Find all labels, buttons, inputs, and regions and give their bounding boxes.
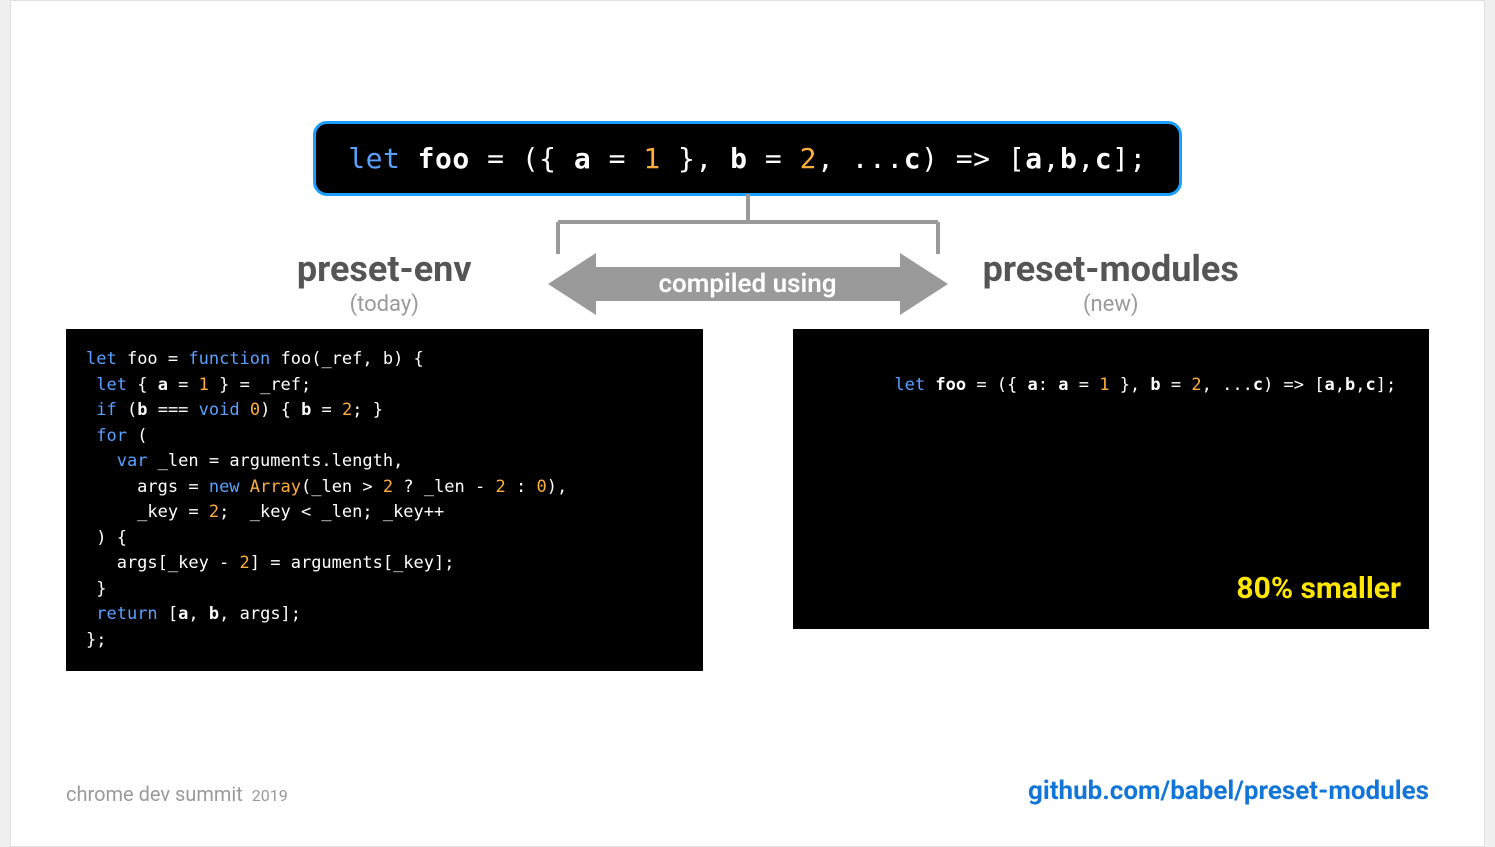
right-code-text: let foo = ({ a: a = 1 }, b = 2, ...c) =>…	[894, 375, 1396, 395]
arrow-label: compiled using	[548, 269, 948, 299]
compiled-using-arrow: compiled using	[548, 249, 948, 319]
footer-event: chrome dev summit 2019	[66, 782, 288, 806]
footer-link[interactable]: github.com/babel/preset-modules	[1028, 776, 1429, 806]
smaller-badge: 80% smaller	[1236, 566, 1401, 611]
event-year: 2019	[252, 786, 288, 805]
branch-connector	[66, 194, 1429, 254]
source-code-box: let foo = ({ a = 1 }, b = 2, ...c) => [a…	[313, 121, 1182, 196]
right-code-box: let foo = ({ a: a = 1 }, b = 2, ...c) =>…	[793, 329, 1430, 629]
event-name: chrome dev summit	[66, 782, 243, 806]
left-code-box: let foo = function foo(_ref, b) { let { …	[66, 329, 703, 671]
slide: let foo = ({ a = 1 }, b = 2, ...c) => [a…	[10, 0, 1485, 847]
branch-lines-icon	[538, 194, 958, 254]
